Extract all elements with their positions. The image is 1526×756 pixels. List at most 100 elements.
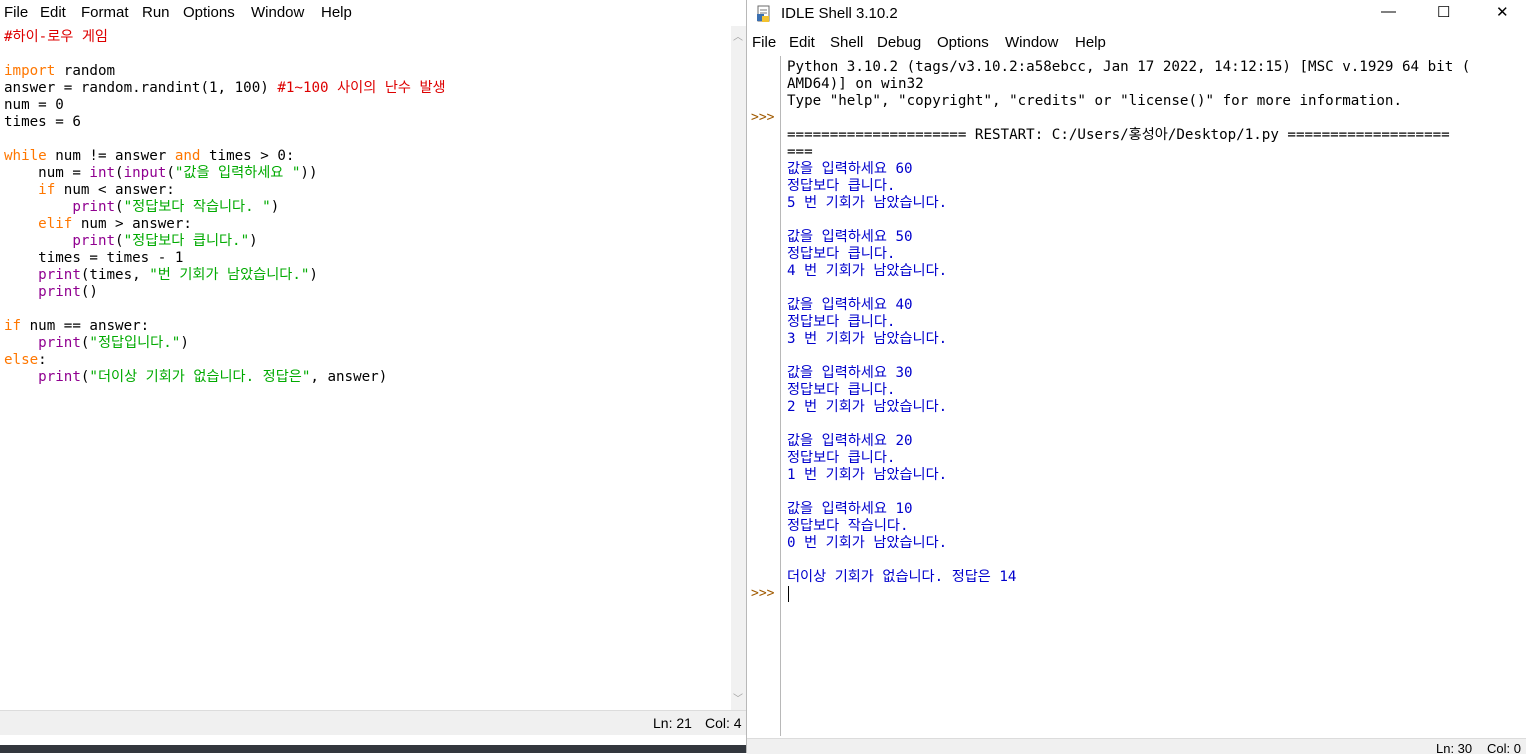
restart-line: ===================== RESTART: C:/Users/… [787, 127, 1450, 143]
output-line: 값을 입력하세요 40 [787, 297, 913, 313]
shell-output-area[interactable]: Python 3.10.2 (tags/v3.10.2:a58ebcc, Jan… [787, 59, 1512, 729]
code-text: num != answer [46, 148, 175, 164]
banner-line: Python 3.10.2 (tags/v3.10.2:a58ebcc, Jan… [787, 59, 1471, 75]
shell-menu-debug[interactable]: Debug [877, 34, 921, 51]
editor-menu-options[interactable]: Options [183, 4, 235, 21]
code-text: ) [249, 233, 258, 249]
code-editor-text-area[interactable]: #하이-로우 게임 import random answer = random.… [4, 29, 729, 704]
editor-menu-help[interactable]: Help [321, 4, 352, 21]
editor-vertical-scrollbar[interactable]: ︿ ﹀ [731, 26, 746, 710]
shell-titlebar[interactable]: IDLE Shell 3.10.2 — ☐ ✕ [747, 0, 1526, 30]
banner-line: AMD64)] on win32 [787, 76, 924, 92]
code-line: #하이-로우 게임 [4, 29, 108, 45]
editor-menu-file[interactable]: File [4, 4, 28, 21]
code-text: num == answer: [21, 318, 150, 334]
code-text: answer = random.randint(1, 100) [4, 80, 278, 96]
code-text: times > 0: [200, 148, 295, 164]
shell-menu-window[interactable]: Window [1005, 34, 1058, 51]
code-builtin: print [4, 199, 116, 215]
code-text: times = times - 1 [4, 250, 184, 266]
editor-menubar: File Edit Format Run Options Window Help [0, 0, 746, 26]
code-keyword: and [174, 148, 201, 164]
code-builtin: print [4, 233, 116, 249]
editor-menu-format[interactable]: Format [81, 4, 129, 21]
code-string: "값을 입력하세요 " [174, 165, 301, 181]
minimize-icon[interactable]: — [1381, 3, 1396, 20]
code-text: (times, [80, 267, 150, 283]
code-text: )) [300, 165, 318, 181]
shell-window-title: IDLE Shell 3.10.2 [781, 5, 898, 22]
code-string: "정답입니다." [89, 335, 181, 351]
editor-status-col: Col: 4 [705, 715, 742, 731]
code-keyword: while [4, 148, 47, 164]
shell-status-line: Ln: 30 [1436, 741, 1473, 756]
output-line: 값을 입력하세요 20 [787, 433, 913, 449]
shell-status-col: Col: 0 [1487, 741, 1521, 756]
close-icon[interactable]: ✕ [1496, 3, 1509, 21]
code-text: times = 6 [4, 114, 81, 130]
shell-menu-edit[interactable]: Edit [789, 34, 815, 51]
code-keyword: if [4, 182, 56, 198]
output-line: 0 번 기회가 남았습니다. [787, 535, 948, 551]
code-keyword: if [4, 318, 22, 334]
editor-window: File Edit Format Run Options Window Help… [0, 0, 746, 745]
code-string: "더이상 기회가 없습니다. 정답은" [89, 369, 311, 385]
code-string: "번 기회가 남았습니다." [149, 267, 310, 283]
code-text: ( [115, 233, 124, 249]
code-text: num = 0 [4, 97, 64, 113]
code-text: , answer) [310, 369, 388, 385]
editor-statusbar: Ln: 21 Col: 4 [0, 710, 746, 735]
output-line: 값을 입력하세요 30 [787, 365, 913, 381]
code-text: ( [115, 165, 124, 181]
output-line: 정답보다 큽니다. [787, 178, 896, 194]
shell-menubar: File Edit Shell Debug Options Window Hel… [747, 30, 1526, 56]
code-text: ) [180, 335, 189, 351]
code-text: num < answer: [55, 182, 175, 198]
code-text: random [55, 63, 116, 79]
idle-app-icon [757, 5, 770, 22]
shell-window: IDLE Shell 3.10.2 — ☐ ✕ File Edit Shell … [746, 0, 1526, 756]
output-line: 값을 입력하세요 10 [787, 501, 913, 517]
output-line: 1 번 기회가 남았습니다. [787, 467, 948, 483]
shell-menu-options[interactable]: Options [937, 34, 989, 51]
output-line: 값을 입력하세요 50 [787, 229, 913, 245]
scroll-down-arrow-icon[interactable]: ﹀ [733, 690, 743, 705]
code-text: : [38, 352, 47, 368]
output-line: 정답보다 큽니다. [787, 450, 896, 466]
code-builtin: int [89, 165, 116, 181]
code-text: ) [270, 199, 280, 215]
code-text: ) [309, 267, 318, 283]
editor-menu-edit[interactable]: Edit [40, 4, 66, 21]
output-line: 4 번 기회가 남았습니다. [787, 263, 948, 279]
shell-menu-help[interactable]: Help [1075, 34, 1106, 51]
shell-prompt: >>> [751, 586, 775, 601]
output-line: 더이상 기회가 없습니다. 정답은 14 [787, 569, 1017, 585]
shell-statusbar: Ln: 30 Col: 0 [747, 738, 1526, 756]
editor-menu-run[interactable]: Run [142, 4, 170, 21]
code-string: "정답보다 큽니다." [123, 233, 250, 249]
shell-menu-shell[interactable]: Shell [830, 34, 863, 51]
code-text: num = [4, 165, 90, 181]
output-line: 3 번 기회가 남았습니다. [787, 331, 948, 347]
editor-menu-window[interactable]: Window [251, 4, 304, 21]
code-builtin: print [4, 284, 81, 300]
output-line: 정답보다 큽니다. [787, 314, 896, 330]
code-builtin: print [4, 369, 81, 385]
editor-status-line: Ln: 21 [653, 715, 692, 731]
output-line: 5 번 기회가 남았습니다. [787, 195, 948, 211]
maximize-icon[interactable]: ☐ [1437, 3, 1450, 21]
code-keyword: elif [4, 216, 73, 232]
code-text: ( [115, 199, 124, 215]
output-line: 정답보다 큽니다. [787, 382, 896, 398]
code-builtin: print [4, 335, 81, 351]
text-cursor [788, 586, 789, 602]
output-line: 값을 입력하세요 60 [787, 161, 913, 177]
code-keyword: import [4, 63, 56, 79]
shell-vertical-scrollbar[interactable] [1510, 56, 1526, 736]
scroll-up-arrow-icon[interactable]: ︿ [733, 28, 743, 43]
banner-line: Type "help", "copyright", "credits" or "… [787, 93, 1402, 109]
shell-menu-file[interactable]: File [752, 34, 776, 51]
shell-prompt: >>> [751, 110, 775, 125]
code-comment: #1~100 사이의 난수 발생 [277, 80, 446, 96]
taskbar [0, 745, 746, 753]
